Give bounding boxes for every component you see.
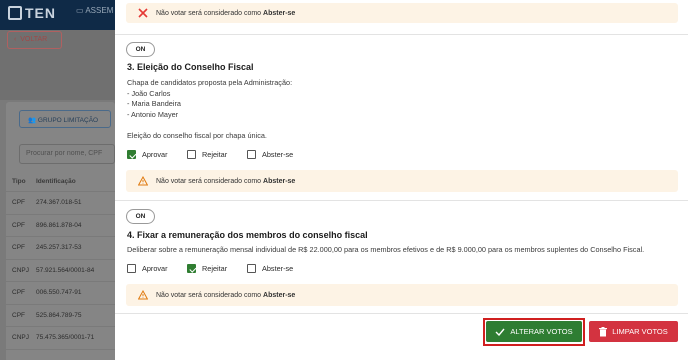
warning-text: Não votar será considerado como Abster-s… (156, 291, 296, 299)
cell-identificacao: 75.475.365/0001-71 (36, 334, 95, 342)
cell-tipo: CPF (12, 221, 25, 229)
close-icon (138, 8, 148, 18)
question-4-description: Deliberar sobre a remuneração mensal ind… (127, 245, 645, 254)
table-row[interactable]: CNPJ 57.921.564/0001-84 (6, 260, 115, 282)
users-icon: 👥 (28, 117, 37, 124)
check-icon (495, 328, 505, 336)
warning-icon (138, 290, 148, 300)
alter-votes-button[interactable]: ALTERAR VOTOS (486, 321, 582, 342)
question-4-title: 4. Fixar a remuneração dos membros do co… (127, 230, 368, 240)
question-3-option-abstain[interactable]: Abster-se (247, 150, 293, 159)
nav-item-assembleia[interactable]: ▭ ASSEM (76, 6, 113, 15)
group-limitation-button[interactable]: 👥 GRUPO LIMITAÇÃO (19, 110, 111, 128)
table-row[interactable]: CPF 896.861.878-04 (6, 215, 115, 237)
question-4-toggle[interactable]: ON (126, 209, 155, 224)
table-row[interactable]: CPF 525.864.789-75 (6, 305, 115, 327)
table-row[interactable]: CPF 245.257.317-53 (6, 237, 115, 260)
question-3-title: 3. Eleição do Conselho Fiscal (127, 62, 254, 72)
question-4-option-approve[interactable]: Aprovar (127, 264, 168, 273)
cell-identificacao: 525.864.789-75 (36, 311, 82, 319)
cell-identificacao: 245.257.317-53 (36, 244, 82, 252)
column-header-identificacao: Identificação (36, 178, 76, 185)
question-3-option-reject[interactable]: Rejeitar (187, 150, 227, 159)
cell-tipo: CPF (12, 311, 25, 319)
warning-banner-previous: Não votar será considerado como Abster-s… (126, 3, 678, 23)
logo-icon (8, 6, 22, 20)
question-3-option-approve[interactable]: Aprovar (127, 150, 168, 159)
table-header-row: Tipo Identificação (6, 172, 115, 192)
checkbox[interactable] (247, 150, 256, 159)
question-3-description: Chapa de candidatos proposta pela Admini… (127, 78, 293, 140)
app-logo: TEN (8, 5, 56, 21)
cell-tipo: CNPJ (12, 334, 29, 342)
cell-identificacao: 896.861.878-04 (36, 221, 82, 229)
divider (115, 34, 688, 35)
table-row[interactable]: CPF 274.367.018-51 (6, 192, 115, 215)
trash-icon (599, 326, 608, 336)
cell-tipo: CPF (12, 199, 25, 207)
divider (115, 200, 688, 201)
checkbox-checked[interactable] (127, 150, 136, 159)
checkbox[interactable] (247, 264, 256, 273)
question-3-warning-banner: Não votar será considerado como Abster-s… (126, 170, 678, 192)
question-3-toggle[interactable]: ON (126, 42, 155, 57)
question-4-option-reject[interactable]: Rejeitar (187, 264, 227, 273)
warning-icon (138, 176, 148, 186)
cell-identificacao: 57.921.564/0001-84 (36, 266, 95, 274)
cell-tipo: CPF (12, 244, 25, 252)
warning-text: Não votar será considerado como Abster-s… (156, 177, 296, 185)
column-header-tipo: Tipo (12, 178, 26, 185)
checkbox[interactable] (127, 264, 136, 273)
checkbox-checked[interactable] (187, 264, 196, 273)
table-row[interactable]: CPF 006.550.747-91 (6, 282, 115, 305)
question-4-warning-banner: Não votar será considerado como Abster-s… (126, 284, 678, 306)
chevron-left-icon: ‹ (14, 36, 17, 43)
warning-text: Não votar será considerado como Abster-s… (156, 9, 296, 17)
cell-identificacao: 006.550.747-91 (36, 289, 82, 297)
cell-tipo: CNPJ (12, 266, 29, 274)
search-input[interactable]: Procurar por nome, CPF (19, 144, 115, 164)
cell-identificacao: 274.367.018-51 (36, 199, 82, 207)
shareholder-table: Tipo Identificação CPF 274.367.018-51 CPF… (6, 172, 115, 350)
clear-votes-button[interactable]: LIMPAR VOTOS (589, 321, 678, 342)
cell-tipo: CPF (12, 289, 25, 297)
back-button[interactable]: ‹ VOLTAR (7, 31, 62, 49)
table-row[interactable]: CNPJ 75.475.365/0001-71 (6, 327, 115, 350)
question-4-option-abstain[interactable]: Abster-se (247, 264, 293, 273)
checkbox[interactable] (187, 150, 196, 159)
divider (115, 313, 688, 314)
